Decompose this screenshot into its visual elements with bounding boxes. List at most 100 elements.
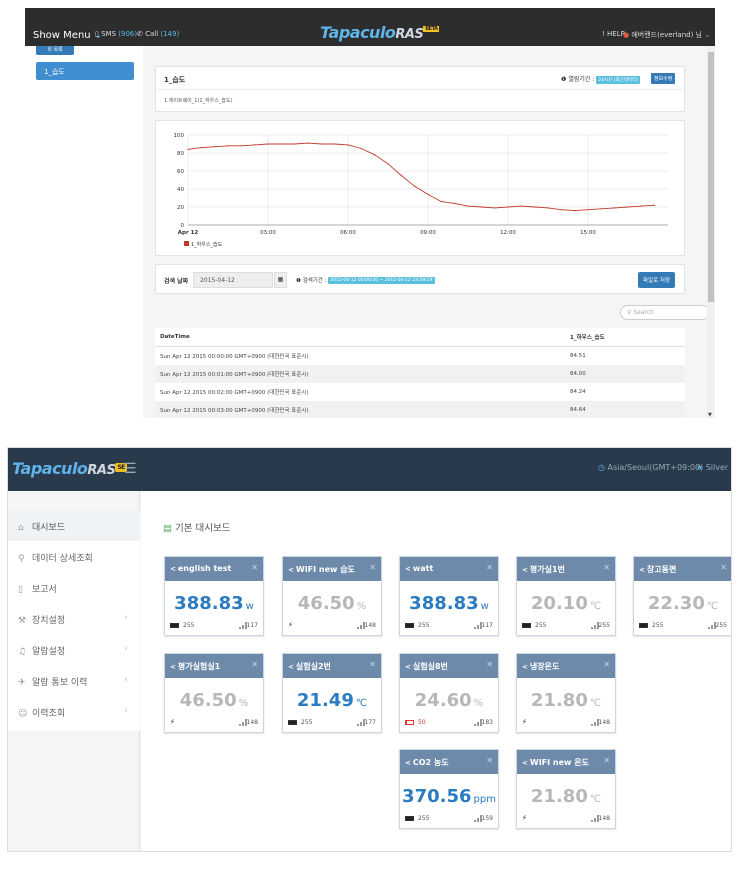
sms-counter[interactable]: ▯ SMS (906) xyxy=(95,30,137,38)
table-row[interactable]: Sun Apr 12 2015 00:01:00 GMT+0900 (대한민국 … xyxy=(155,365,685,383)
sensor-reading: 21.49 ℃ xyxy=(283,690,381,711)
reading-value: 24.60 xyxy=(414,690,472,711)
sms-count: (906) xyxy=(118,30,138,38)
table-cell: Sun Apr 12 2015 00:00:00 GMT+0900 (대한민국 … xyxy=(155,346,565,365)
card-header[interactable]: < CO2 농도 ✕ xyxy=(400,750,498,774)
sidebar-top-button[interactable]: 위 목록 xyxy=(36,46,74,55)
user-menu[interactable]: ● 에버랜드(everland) 님 ⌄ xyxy=(623,30,710,40)
sensor-card[interactable]: < 평가실1번 ✕ 20.10 ℃ 255 255 xyxy=(516,556,616,636)
share-icon[interactable]: < xyxy=(639,566,645,574)
card-header[interactable]: < english test ✕ xyxy=(165,557,263,581)
sensor-card[interactable]: < 평가실험실1 ✕ 46.50% ⚡ 148 xyxy=(164,653,264,733)
signal-value: 148 xyxy=(598,815,610,822)
card-header[interactable]: < 창고동편 ✕ xyxy=(634,557,731,581)
sidebar-item-2[interactable]: ▯ 보고서 xyxy=(8,573,140,603)
signal-value: 117 xyxy=(246,622,258,629)
card-header[interactable]: < WIFI new 온도 ✕ xyxy=(517,750,615,774)
card-header[interactable]: < 냉장온도 ✕ xyxy=(517,654,615,678)
table-row[interactable]: Sun Apr 12 2015 00:02:00 GMT+0900 (대한민국 … xyxy=(155,383,685,401)
share-icon[interactable]: < xyxy=(288,663,294,671)
calendar-icon[interactable]: ▦ xyxy=(274,272,287,288)
reading-value: 21.80 xyxy=(530,690,588,711)
card-header[interactable]: < 평가실험실1 ✕ xyxy=(165,654,263,678)
scrollbar-thumb[interactable] xyxy=(708,52,714,302)
share-icon[interactable]: < xyxy=(405,565,411,573)
sidebar-item-3[interactable]: ⚒ 장치설정 ‹ xyxy=(8,604,140,634)
share-icon[interactable]: < xyxy=(522,759,528,767)
sensor-reading: 21.80 ℃ xyxy=(517,690,615,711)
call-counter[interactable]: ✆ Call (149) xyxy=(137,30,179,38)
sensor-card[interactable]: < 실험실8번 ✕ 24.60% 50 183 xyxy=(399,653,499,733)
data-point xyxy=(400,174,402,177)
data-point xyxy=(227,145,229,147)
sensor-card[interactable]: < 창고동편 ✕ 22.30 ℃ 255 255 xyxy=(633,556,731,636)
edit-info-button[interactable]: 정보수정 xyxy=(651,73,676,84)
table-row[interactable]: Sun Apr 12 2015 00:03:00 GMT+0900 (대한민국 … xyxy=(155,401,685,418)
share-icon[interactable]: < xyxy=(405,663,411,671)
date-input[interactable]: 2015-04-12 xyxy=(193,272,273,288)
close-icon[interactable]: ✕ xyxy=(603,660,610,669)
scroll-down-arrow-icon[interactable]: ▼ xyxy=(708,412,712,418)
column-header[interactable]: DateTime xyxy=(155,328,565,347)
legend-label: 1_하우스_습도 xyxy=(191,241,223,248)
sensor-card[interactable]: < 실험실2번 ✕ 21.49 ℃ 255 177 xyxy=(282,653,382,733)
share-icon[interactable]: < xyxy=(522,566,528,574)
share-icon[interactable]: < xyxy=(405,759,411,767)
sensor-card[interactable]: < english test ✕ 388.83 w 255 117 xyxy=(164,556,264,636)
data-point xyxy=(547,207,549,209)
share-icon[interactable]: < xyxy=(170,565,176,573)
close-icon[interactable]: ✕ xyxy=(603,756,610,765)
share-icon[interactable]: < xyxy=(522,663,528,671)
sensor-reading: 388.83 w xyxy=(165,593,263,614)
user-menu[interactable]: ★ Silver I xyxy=(696,463,731,472)
sidebar-item-1[interactable]: ⚲ 데이터 상세조회 xyxy=(8,542,140,572)
card-body: 370.56 ppm 255 159 xyxy=(400,774,498,828)
help-link[interactable]: ! HELP xyxy=(602,30,625,38)
tapaculo-logo[interactable]: TapaculoRAS BETA xyxy=(320,23,440,42)
sidebar-item-6[interactable]: ☺ 이력조회 ‹ xyxy=(8,697,140,727)
table-cell: Sun Apr 12 2015 00:02:00 GMT+0900 (대한민국 … xyxy=(155,383,565,401)
share-icon[interactable]: < xyxy=(170,663,176,671)
show-menu-toggle[interactable]: Show Menu ⌄ xyxy=(33,30,102,41)
card-header[interactable]: < 평가실1번 ✕ xyxy=(517,557,615,581)
panel-title: 1_습도 xyxy=(164,76,186,84)
table-row[interactable]: Sun Apr 12 2015 00:00:00 GMT+0900 (대한민국 … xyxy=(155,346,685,365)
close-icon[interactable]: ✕ xyxy=(369,563,376,572)
sidebar-item-5[interactable]: ✈ 알람 통보 이력 ‹ xyxy=(8,666,140,696)
signal-value: 183 xyxy=(481,719,493,726)
data-point xyxy=(440,201,442,203)
close-icon[interactable]: ✕ xyxy=(251,660,258,669)
close-icon[interactable]: ✕ xyxy=(486,660,493,669)
close-icon[interactable]: ✕ xyxy=(720,563,727,572)
save-file-button[interactable]: 파일로 저장 xyxy=(638,272,676,288)
tapaculo-logo[interactable]: TapaculoRAS SE xyxy=(12,459,127,478)
close-icon[interactable]: ✕ xyxy=(251,563,258,572)
close-icon[interactable]: ✕ xyxy=(603,563,610,572)
column-header[interactable]: 1_하우스_습도 xyxy=(565,328,685,347)
card-header[interactable]: < 실험실8번 ✕ xyxy=(400,654,498,678)
sensor-card[interactable]: < CO2 농도 ✕ 370.56 ppm 255 159 xyxy=(399,749,499,829)
chart-detail-screenshot: Show Menu ⌄ ▯ SMS (906) ✆ Call (149) Tap… xyxy=(25,8,715,418)
sensor-card[interactable]: < 냉장온도 ✕ 21.80 ℃ ⚡ 148 xyxy=(516,653,616,733)
card-header[interactable]: < WIFI new 습도 ✕ xyxy=(283,557,381,581)
vertical-scrollbar[interactable]: ▼ xyxy=(707,46,715,418)
sensor-card[interactable]: < watt ✕ 388.83 w 255 117 xyxy=(399,556,499,636)
sensor-card[interactable]: < WIFI new 온도 ✕ 21.80 ℃ ⚡ 148 xyxy=(516,749,616,829)
plug-icon: ⚡ xyxy=(288,621,293,629)
data-point xyxy=(214,146,216,148)
card-header[interactable]: < watt ✕ xyxy=(400,557,498,581)
card-header[interactable]: < 실험실2번 ✕ xyxy=(283,654,381,678)
sidebar-item-humidity[interactable]: 1_습도 xyxy=(36,62,134,80)
sidebar-item-4[interactable]: ♫ 알람설정 ‹ xyxy=(8,635,140,665)
data-point xyxy=(454,202,456,204)
close-icon[interactable]: ✕ xyxy=(369,660,376,669)
sidebar-item-0[interactable]: ⌂ 대시보드 xyxy=(8,511,140,541)
sensor-card[interactable]: < WIFI new 습도 ✕ 46.50% ⚡ 148 xyxy=(282,556,382,636)
hamburger-menu-icon[interactable]: ☰ xyxy=(124,461,137,477)
sensor-reading: 22.30 ℃ xyxy=(634,593,731,614)
share-icon[interactable]: < xyxy=(288,566,294,574)
close-icon[interactable]: ✕ xyxy=(486,563,493,572)
timezone-display[interactable]: ◷ Asia/Seoul(GMT+09:00) xyxy=(598,463,703,472)
table-search-input[interactable]: ⚲ Search xyxy=(620,305,710,320)
close-icon[interactable]: ✕ xyxy=(486,756,493,765)
